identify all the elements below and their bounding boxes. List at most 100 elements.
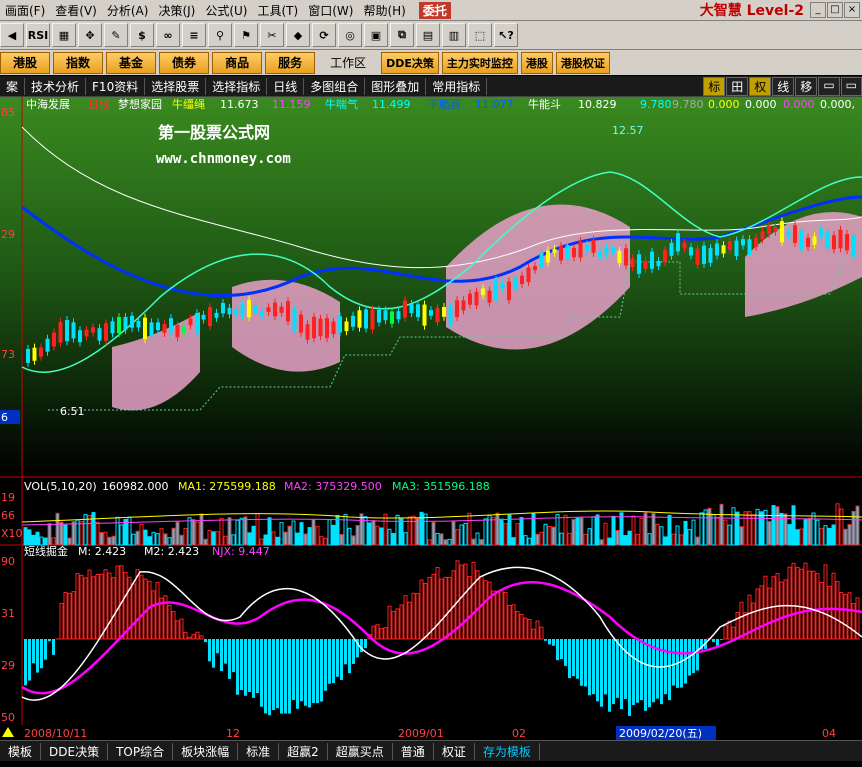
candle-body (208, 307, 212, 327)
toolbar-button-14[interactable]: ▣ (364, 23, 388, 47)
maximize-button[interactable]: □ (827, 2, 843, 18)
template-tab-chaoying2[interactable]: 超赢2 (279, 742, 328, 760)
chart-area[interactable]: 中海发展 日线 梦想家园 牛缰绳 11.673 11.159 牛喘气 11.49… (0, 97, 862, 725)
market-nav-bar: 港股 指数 基金 债券 商品 服务 工作区 DDE决策 主力实时监控 港股 港股… (0, 50, 862, 75)
tail-value-6: 0.000, (820, 98, 855, 111)
menu-item-help[interactable]: 帮助(H) (358, 2, 410, 19)
tab-multi-chart[interactable]: 多图组合 (304, 77, 366, 95)
toolbar-button-18[interactable]: ⬚ (468, 23, 492, 47)
template-tab-warrant[interactable]: 权证 (434, 742, 475, 760)
menu-item-window[interactable]: 窗口(W) (303, 2, 358, 19)
tab-case[interactable]: 案 (0, 77, 26, 95)
menu-item-tools[interactable]: 工具(T) (253, 2, 304, 19)
nav-main-monitor-button[interactable]: 主力实时监控 (441, 51, 518, 74)
volume-bar (615, 529, 620, 546)
nav-index-button[interactable]: 指数 (53, 51, 104, 74)
nav-dde-button[interactable]: DDE决策 (381, 51, 439, 74)
osc-bar (348, 639, 351, 674)
menu-item-formula[interactable]: 公式(U) (200, 2, 252, 19)
toolbar-button-17[interactable]: ▥ (442, 23, 466, 47)
tab-select-indicator[interactable]: 选择指标 (206, 77, 268, 95)
volume-bar (399, 518, 404, 546)
candle-body (806, 237, 810, 248)
close-button[interactable]: × (844, 2, 860, 18)
toolbar-button-12[interactable]: ⟳ (312, 23, 336, 47)
candle-body (169, 318, 173, 333)
osc-bar (620, 639, 623, 710)
price-panel-bg (0, 97, 862, 477)
toggle-panel-a-icon[interactable]: ▭ (818, 76, 840, 96)
tab-common-indicators[interactable]: 常用指标 (426, 77, 488, 95)
osc-bar (224, 639, 227, 664)
toolbar-button-6[interactable]: ∞ (156, 23, 180, 47)
template-tab-normal[interactable]: 普通 (393, 742, 434, 760)
period-label: 日线 (88, 97, 110, 111)
candle-body (572, 247, 576, 258)
toolbar-button-13[interactable]: ◎ (338, 23, 362, 47)
osc-tick-2: 31 (1, 607, 15, 620)
nav-service-button[interactable]: 服务 (265, 51, 316, 74)
toggle-move[interactable]: 移 (795, 76, 818, 96)
tab-overlay[interactable]: 图形叠加 (365, 77, 427, 95)
toolbar-button-19[interactable]: ↖? (494, 23, 518, 47)
nav-hk-warrant-button[interactable]: 港股权证 (555, 51, 610, 74)
volume-bar (163, 533, 168, 546)
osc-bar (204, 639, 207, 643)
volume-bar (379, 527, 384, 546)
scroll-up-icon[interactable] (2, 727, 14, 737)
toolbar-button-16[interactable]: ▤ (416, 23, 440, 47)
toolbar-button-10[interactable]: ✂ (260, 23, 284, 47)
ind1-value: 11.673 (220, 98, 259, 111)
save-template-button[interactable]: 存为模板 (475, 742, 540, 760)
template-tab-dde[interactable]: DDE决策 (41, 742, 109, 760)
toggle-mark[interactable]: 标 (703, 76, 726, 96)
minimize-button[interactable]: _ (810, 2, 826, 18)
candle-body (247, 299, 251, 318)
trade-button[interactable]: 委托 (418, 1, 451, 19)
template-tab-standard[interactable]: 标准 (238, 742, 280, 760)
tab-daily[interactable]: 日线 (267, 77, 305, 95)
toolbar-button-9[interactable]: ⚑ (234, 23, 258, 47)
nav-hk-button[interactable]: 港股 (520, 51, 553, 74)
template-tab-sector[interactable]: 板块涨幅 (173, 742, 239, 760)
menu-item-view[interactable]: 查看(V) (50, 2, 102, 19)
toolbar-button-8[interactable]: ⚲ (208, 23, 232, 47)
volume-bar (575, 517, 580, 546)
nav-fund-button[interactable]: 基金 (106, 51, 157, 74)
nav-bond-button[interactable]: 债券 (159, 51, 210, 74)
toggle-line[interactable]: 线 (772, 76, 795, 96)
ind1-label: 牛缰绳 (172, 97, 205, 111)
menu-item-analysis[interactable]: 分析(A) (102, 2, 154, 19)
workzone-label[interactable]: 工作区 (318, 52, 379, 73)
toolbar-button-15[interactable]: ⧉ (390, 23, 414, 47)
tab-f10[interactable]: F10资料 (86, 77, 146, 95)
osc-bar (584, 639, 587, 687)
toolbar-button-3[interactable]: ✥ (78, 23, 102, 47)
date-label-cursor: 2009/02/20(五) (619, 727, 702, 740)
toggle-panel-b-icon[interactable]: ▭ (840, 76, 862, 96)
toolbar-button-11[interactable]: ◆ (286, 23, 310, 47)
toggle-grid-icon[interactable]: 田 (726, 76, 749, 96)
template-tab-top[interactable]: TOP综合 (108, 742, 174, 760)
volume-bar (683, 520, 688, 546)
toolbar-button-2[interactable]: ▦ (52, 23, 76, 47)
toolbar-button-5[interactable]: $ (130, 23, 154, 47)
toolbar-button-7[interactable]: ≡ (182, 23, 206, 47)
menu-item-screen[interactable]: 画面(F) (0, 2, 50, 19)
template-tab-buypoint[interactable]: 超赢买点 (328, 742, 393, 760)
menu-item-decision[interactable]: 决策(J) (153, 2, 200, 19)
volume-bar (607, 537, 612, 546)
template-tab-template[interactable]: 模板 (0, 742, 42, 760)
toolbar-button-1[interactable]: RSI (26, 23, 50, 47)
candle-body (565, 244, 570, 261)
candle-body (851, 234, 856, 257)
brand-logo: 大智慧 Level-2 (699, 3, 804, 19)
toolbar-button-4[interactable]: ✎ (104, 23, 128, 47)
template-bar: 模板 DDE决策 TOP综合 板块涨幅 标准 超赢2 超赢买点 普通 权证 存为… (0, 740, 862, 761)
tab-tech-analysis[interactable]: 技术分析 (25, 77, 87, 95)
tab-select-stock[interactable]: 选择股票 (145, 77, 207, 95)
toggle-rights[interactable]: 权 (749, 76, 772, 96)
toolbar-button-0[interactable]: ◀ (0, 23, 24, 47)
nav-hk-stock-button[interactable]: 港股 (0, 51, 51, 74)
nav-commodity-button[interactable]: 商品 (212, 51, 263, 74)
